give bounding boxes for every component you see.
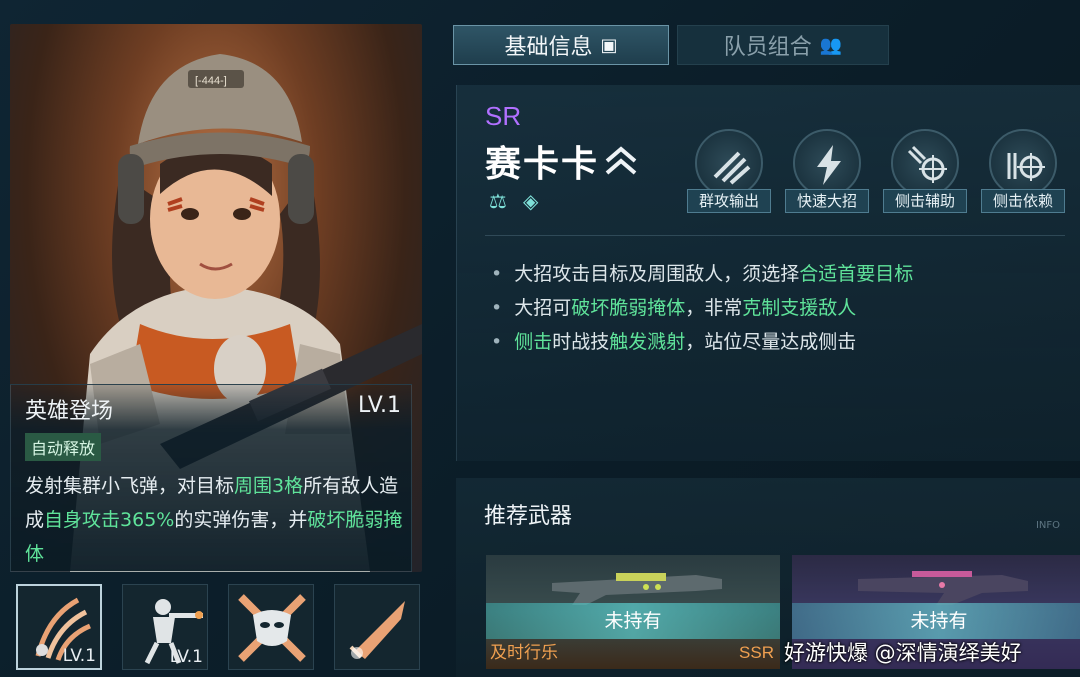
weapons-title: 推荐武器 xyxy=(484,504,573,529)
svg-text:[-444-]: [-444-] xyxy=(195,75,227,87)
skill-icon-list: LV.1 LV.1 xyxy=(16,584,420,670)
watermark: 好游快爆 @深情演绎美好 xyxy=(784,641,1022,665)
tab-basic-info[interactable]: 基础信息 ▣ xyxy=(453,25,669,65)
skill-desc-text: 发射集群小飞弹，对目标 xyxy=(25,475,235,497)
hero-info-panel: SR 赛卡卡 ⚖ ◈ 群攻输出 快速大招 侧击辅助 侧击依赖 • 大招攻击目标及… xyxy=(456,85,1080,461)
skill-slot-1[interactable]: LV.1 xyxy=(16,584,102,670)
weapon-status: 未持有 xyxy=(792,603,1080,639)
weapon-card[interactable]: 未持有 及时行乐 SSR xyxy=(486,555,780,669)
tip-text: 时战技 xyxy=(552,331,610,353)
tip-highlight: 克制支援敌人 xyxy=(742,297,857,319)
bullet-icon xyxy=(349,601,405,659)
weapon-status: 未持有 xyxy=(486,603,780,639)
hero-card-icon: ▣ xyxy=(600,34,618,56)
mask-cross-icon xyxy=(238,594,306,662)
class-icons: ⚖ ◈ xyxy=(489,189,538,213)
tab-team-combo[interactable]: 队员组合 👥 xyxy=(677,25,889,65)
flank-support-icon xyxy=(907,145,947,183)
lightning-icon xyxy=(817,145,841,185)
tip-highlight: 侧击 xyxy=(514,331,553,353)
skill-name: 英雄登场 xyxy=(25,399,114,424)
rank-chevron-icon xyxy=(605,146,637,175)
info-label: INFO xyxy=(1035,520,1060,531)
skill-desc-highlight: 周围3格 xyxy=(234,475,304,497)
tip-item: 大招攻击目标及周围敌人，须选择合适首要目标 xyxy=(491,257,913,291)
flank-reliance-icon xyxy=(1007,153,1045,181)
missiles-icon xyxy=(713,151,751,185)
tip-highlight: 破坏脆弱掩体 xyxy=(571,297,686,319)
trait-aoe-output[interactable]: 群攻输出 xyxy=(687,129,771,213)
tip-highlight: 触发溅射 xyxy=(609,331,686,353)
tip-text: ，非常 xyxy=(685,297,743,319)
skill-panel: 英雄登场 LV.1 自动释放 发射集群小飞弹，对目标周围3格所有敌人造成自身攻击… xyxy=(10,384,412,572)
hero-tips: 大招攻击目标及周围敌人，须选择合适首要目标 大招可破坏脆弱掩体，非常克制支援敌人… xyxy=(491,257,913,359)
gem-icon: ◈ xyxy=(522,189,539,213)
trait-label: 快速大招 xyxy=(785,189,869,213)
skill-slot-level: LV.1 xyxy=(62,646,96,666)
tip-text: ，站位尽量达成侧击 xyxy=(685,331,857,353)
tab-label: 队员组合 xyxy=(723,35,812,60)
trait-list: 群攻输出 快速大招 侧击辅助 侧击依赖 xyxy=(687,129,1065,213)
rifle-icon xyxy=(552,573,722,605)
skill-slot-3[interactable] xyxy=(228,584,314,670)
divider xyxy=(485,235,1065,236)
team-icon: 👥 xyxy=(819,34,843,56)
skill-slot-2[interactable]: LV.1 xyxy=(122,584,208,670)
balance-icon: ⚖ xyxy=(489,189,507,213)
trait-flank-support[interactable]: 侧击辅助 xyxy=(883,129,967,213)
trait-label: 群攻输出 xyxy=(687,189,771,213)
hero-name: 赛卡卡 xyxy=(485,144,600,185)
tip-text: 大招可 xyxy=(514,297,572,319)
skill-tag: 自动释放 xyxy=(25,433,102,461)
skill-desc-highlight: 自身攻击365% xyxy=(44,509,175,531)
skill-description: 发射集群小飞弹，对目标周围3格所有敌人造成自身攻击365%的实弹伤害，并破坏脆弱… xyxy=(25,469,409,571)
tip-highlight: 合适首要目标 xyxy=(799,263,914,285)
weapon-name: 及时行乐 xyxy=(490,643,558,663)
skill-level: LV.1 xyxy=(357,393,401,418)
tab-label: 基础信息 xyxy=(504,35,593,60)
tip-item: 大招可破坏脆弱掩体，非常克制支援敌人 xyxy=(491,291,913,325)
tip-text: 大招攻击目标及周围敌人，须选择 xyxy=(514,263,800,285)
weapon-rarity: SSR xyxy=(739,643,774,662)
skill-slot-4[interactable] xyxy=(334,584,420,670)
rarity-badge: SR xyxy=(485,101,522,131)
trait-fast-ultimate[interactable]: 快速大招 xyxy=(785,129,869,213)
trait-flank-reliance[interactable]: 侧击依赖 xyxy=(981,129,1065,213)
trait-label: 侧击辅助 xyxy=(883,189,967,213)
trait-label: 侧击依赖 xyxy=(981,189,1065,213)
skill-desc-text: 的实弹伤害，并 xyxy=(174,509,308,531)
smg-icon xyxy=(858,571,1028,605)
skill-slot-level: LV.1 xyxy=(169,647,203,667)
tip-item: 侧击时战技触发溅射，站位尽量达成侧击 xyxy=(491,325,913,359)
